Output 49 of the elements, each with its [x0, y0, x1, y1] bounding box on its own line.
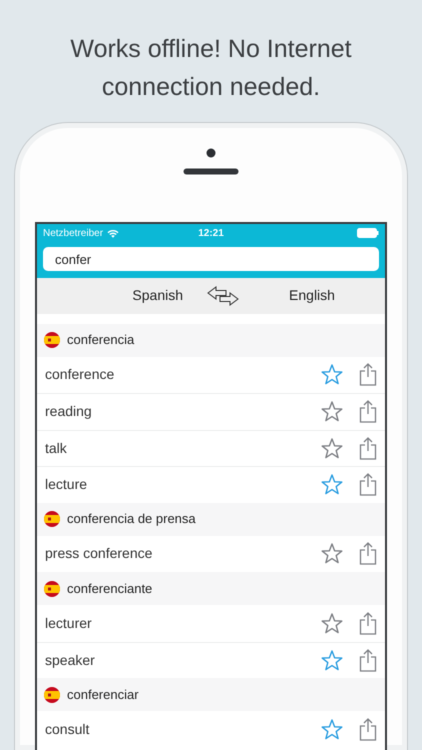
wifi-icon: [107, 228, 120, 238]
translation-row[interactable]: talk: [37, 430, 385, 466]
translation-text: speaker: [45, 650, 96, 670]
translation-text: press conference: [45, 544, 154, 564]
share-icon[interactable]: [359, 648, 377, 672]
source-word: conferencia de prensa: [67, 510, 196, 528]
spanish-flag-icon: [44, 511, 60, 527]
spanish-flag-icon: [44, 580, 60, 596]
source-word: conferenciante: [67, 580, 152, 598]
translation-row[interactable]: reading: [37, 393, 385, 430]
spanish-flag-icon: [44, 332, 60, 348]
source-word: conferencia: [67, 331, 134, 350]
speaker-icon: [183, 168, 239, 175]
camera-icon: [206, 148, 216, 158]
translation-row[interactable]: conference: [37, 356, 385, 393]
share-icon[interactable]: [359, 400, 377, 424]
share-icon[interactable]: [359, 612, 377, 635]
carrier-name: Netzbetreiber: [43, 226, 104, 240]
favorite-star-icon[interactable]: [321, 650, 343, 671]
share-icon[interactable]: [359, 436, 377, 460]
share-icon[interactable]: [359, 473, 377, 496]
source-language[interactable]: Spanish: [132, 285, 183, 306]
favorite-star-icon[interactable]: [321, 401, 343, 422]
favorite-star-icon[interactable]: [321, 612, 343, 634]
source-word: conferenciar: [67, 686, 139, 704]
spanish-flag-icon: [44, 686, 60, 702]
status-time: 12:21: [198, 226, 224, 240]
share-icon[interactable]: [359, 718, 377, 741]
translation-row[interactable]: consult: [37, 711, 385, 748]
share-icon[interactable]: [359, 542, 377, 566]
translation-text: lecturer: [45, 614, 93, 633]
translation-text: conference: [45, 365, 116, 384]
favorite-star-icon[interactable]: [321, 474, 343, 496]
battery-icon: [357, 228, 380, 238]
favorite-star-icon[interactable]: [321, 718, 343, 740]
target-language[interactable]: English: [289, 285, 335, 306]
translation-row[interactable]: lecturer: [37, 605, 385, 642]
swap-languages-button[interactable]: [207, 286, 239, 306]
headline: Works offline! No Internet connection needed.: [69, 34, 353, 103]
translation-text: talk: [45, 438, 68, 458]
search-field[interactable]: confer: [43, 247, 379, 271]
favorite-star-icon[interactable]: [321, 543, 343, 564]
share-icon[interactable]: [359, 363, 377, 386]
favorite-star-icon[interactable]: [321, 438, 343, 459]
translation-text: consult: [45, 720, 90, 739]
translation-text: reading: [45, 402, 93, 422]
translation-row[interactable]: press conference: [37, 536, 385, 572]
translation-text: lecture: [45, 475, 88, 494]
favorite-star-icon[interactable]: [321, 364, 343, 386]
